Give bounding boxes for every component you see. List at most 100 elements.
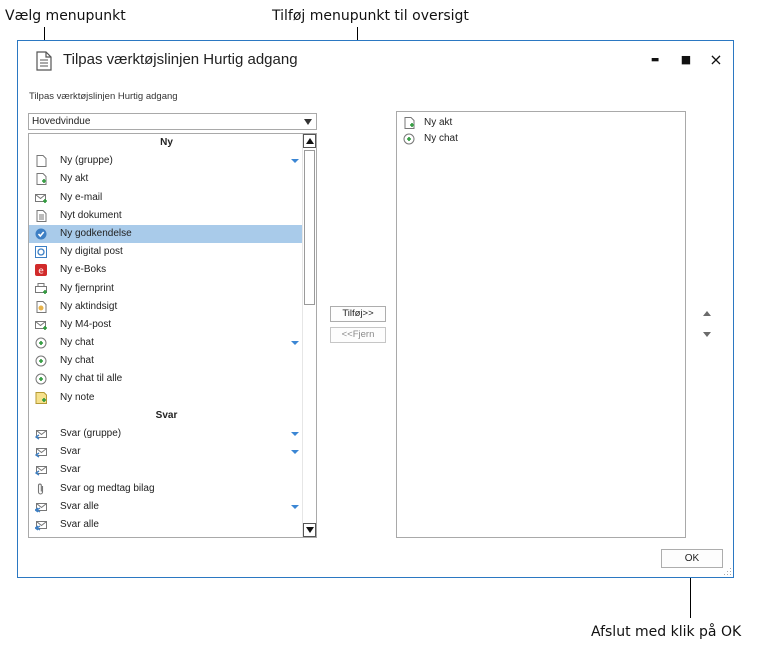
chat-icon bbox=[35, 355, 47, 367]
eboks-icon: e bbox=[35, 264, 47, 277]
reply-icon bbox=[35, 466, 47, 476]
approval-icon bbox=[35, 228, 47, 240]
list-item[interactable]: Ny M4-post bbox=[29, 316, 304, 334]
window-select-dropdown[interactable]: Hovedvindue bbox=[28, 113, 317, 130]
new-doc-icon bbox=[404, 117, 415, 129]
chat-icon bbox=[35, 373, 47, 385]
blank-doc-icon bbox=[36, 155, 47, 168]
list-item[interactable]: Ny note bbox=[29, 389, 304, 407]
list-item[interactable]: Ny fjernprint bbox=[29, 280, 304, 298]
resize-grip-icon[interactable] bbox=[724, 568, 732, 576]
list-item-label: Ny M4-post bbox=[60, 318, 112, 330]
list-item[interactable]: Svar alle bbox=[29, 498, 304, 516]
reply-icon bbox=[35, 448, 47, 458]
list-item-label: Ny chat til alle bbox=[60, 373, 123, 385]
list-item-label: Svar og medtag bilag bbox=[60, 482, 155, 494]
title-bar: Tilpas værktøjslinjen Hurtig adgang ▬ ■ … bbox=[18, 41, 733, 81]
list-item[interactable]: Ny akt bbox=[397, 115, 685, 131]
list-item[interactable]: Svar alle bbox=[29, 516, 304, 534]
list-item-label: Svar alle og medtag bilag bbox=[60, 534, 173, 537]
list-item-label: Ny akt bbox=[424, 117, 453, 128]
scroll-up-button[interactable] bbox=[303, 134, 316, 148]
list-item-label: Ny e-Boks bbox=[60, 264, 107, 276]
chevron-down-icon[interactable] bbox=[291, 341, 299, 346]
move-down-button[interactable] bbox=[703, 332, 711, 337]
remove-button[interactable]: <<Fjern bbox=[330, 327, 386, 343]
email-icon bbox=[35, 193, 47, 203]
digital-post-icon bbox=[35, 246, 47, 259]
list-item[interactable]: Ny godkendelse bbox=[29, 224, 304, 244]
reply-icon bbox=[35, 430, 47, 440]
available-commands-list[interactable]: Ny Ny (gruppe) Ny akt Ny e-mail Nyt dokument… bbox=[28, 133, 317, 538]
list-item-label: Nyt dokument bbox=[60, 209, 122, 221]
list-item[interactable]: Ny chat bbox=[397, 131, 685, 147]
list-item[interactable]: Ny digital post bbox=[29, 243, 304, 261]
list-item-label: Ny aktindsigt bbox=[60, 300, 118, 312]
list-item-label: Ny godkendelse bbox=[60, 227, 132, 239]
quick-access-list[interactable]: Ny akt Ny chat bbox=[396, 111, 686, 538]
list-item[interactable]: Svar bbox=[29, 461, 304, 479]
list-item-label: Svar alle bbox=[60, 500, 99, 512]
dialog-title: Tilpas værktøjslinjen Hurtig adgang bbox=[63, 51, 298, 68]
m4-post-icon bbox=[35, 320, 47, 330]
svg-text:e: e bbox=[38, 267, 44, 277]
list-item-label: Ny e-mail bbox=[60, 191, 103, 203]
list-item[interactable]: Ny akt bbox=[29, 170, 304, 188]
group-header: Svar bbox=[155, 409, 178, 421]
list-item[interactable]: e Ny e-Boks bbox=[29, 261, 304, 279]
list-item-label: Svar alle bbox=[60, 518, 99, 530]
scroll-down-button[interactable] bbox=[303, 523, 316, 537]
list-item-label: Ny chat bbox=[60, 355, 94, 367]
list-item-label: Svar bbox=[60, 464, 81, 476]
list-item[interactable]: Ny aktindsigt bbox=[29, 298, 304, 316]
list-item[interactable]: Ny chat til alle bbox=[29, 370, 304, 388]
maximize-button[interactable]: ■ bbox=[675, 50, 697, 70]
chevron-down-icon[interactable] bbox=[291, 504, 299, 509]
list-item[interactable]: Svar (gruppe) bbox=[29, 425, 304, 443]
annotation-finish: Afslut med klik på OK bbox=[591, 624, 742, 640]
window-select-value: Hovedvindue bbox=[32, 116, 91, 127]
vertical-scrollbar[interactable] bbox=[302, 134, 316, 537]
annotation-add-item: Tilføj menupunkt til oversigt bbox=[272, 8, 469, 24]
list-item-label: Ny fjernprint bbox=[60, 282, 114, 294]
list-item[interactable]: Nyt dokument bbox=[29, 207, 304, 225]
list-item-label: Ny akt bbox=[60, 173, 89, 185]
scroll-thumb[interactable] bbox=[304, 150, 315, 305]
ok-button[interactable]: OK bbox=[661, 549, 723, 568]
list-item[interactable]: Svar og medtag bilag bbox=[29, 480, 304, 498]
document-icon bbox=[36, 51, 52, 71]
chat-icon bbox=[35, 337, 47, 349]
new-doc-icon bbox=[36, 173, 47, 186]
add-button[interactable]: Tilføj>> bbox=[330, 306, 386, 322]
list-item-label: Ny note bbox=[60, 391, 95, 403]
reply-all-icon bbox=[35, 502, 47, 513]
chevron-down-icon bbox=[304, 119, 312, 125]
chat-icon bbox=[403, 133, 415, 145]
list-item-label: Ny digital post bbox=[60, 246, 123, 258]
reply-all-icon bbox=[35, 520, 47, 531]
list-item[interactable]: Ny chat bbox=[29, 334, 304, 352]
remote-print-icon bbox=[35, 282, 47, 294]
paperclip-icon bbox=[35, 537, 47, 538]
list-item-label: Ny chat bbox=[424, 133, 458, 144]
list-item[interactable]: Svar bbox=[29, 443, 304, 461]
move-up-button[interactable] bbox=[703, 311, 711, 316]
chevron-down-icon[interactable] bbox=[291, 159, 299, 164]
note-icon bbox=[35, 391, 47, 404]
list-item-label: Svar bbox=[60, 446, 81, 458]
list-item[interactable]: Ny (gruppe) bbox=[29, 152, 304, 170]
document-icon bbox=[36, 209, 47, 222]
chevron-down-icon[interactable] bbox=[291, 450, 299, 455]
customize-dialog: Tilpas værktøjslinjen Hurtig adgang ▬ ■ … bbox=[17, 40, 734, 578]
list-item[interactable]: Svar alle og medtag bilag bbox=[29, 534, 304, 538]
chevron-down-icon[interactable] bbox=[291, 432, 299, 436]
list-item-label: Ny (gruppe) bbox=[60, 155, 113, 167]
minimize-button[interactable]: ▬ bbox=[644, 50, 666, 70]
close-button[interactable]: × bbox=[705, 50, 727, 70]
list-item-label: Svar (gruppe) bbox=[60, 428, 122, 439]
list-item[interactable]: Ny chat bbox=[29, 352, 304, 370]
list-item[interactable]: Ny e-mail bbox=[29, 189, 304, 207]
list-item-label: Ny chat bbox=[60, 337, 94, 349]
access-icon bbox=[36, 300, 47, 313]
section-label: Tilpas værktøjslinjen Hurtig adgang bbox=[29, 91, 178, 102]
